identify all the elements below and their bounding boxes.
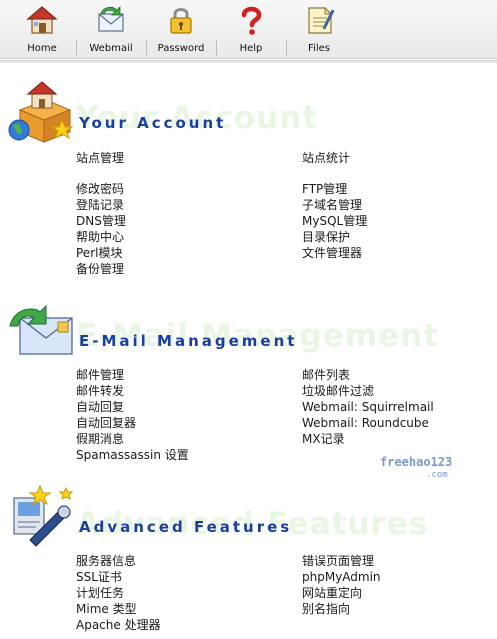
email-management-section: E-Mail Management E-Mail Management 邮件管理… — [0, 300, 497, 470]
toolbar-files-button[interactable]: Files — [288, 0, 350, 58]
toolbar-divider — [216, 40, 217, 56]
section-title: E-Mail Management — [79, 332, 298, 350]
advanced-link[interactable]: SSL证书 — [76, 569, 122, 585]
email-link[interactable]: 自动回复器 — [76, 415, 136, 431]
toolbar-help-label: Help — [239, 43, 263, 54]
advanced-link[interactable]: 别名指向 — [302, 601, 350, 617]
email-link[interactable]: 自动回复 — [76, 399, 124, 415]
account-link[interactable]: DNS管理 — [76, 213, 126, 229]
account-link[interactable]: 目录保护 — [302, 229, 350, 245]
toolbar-webmail-button[interactable]: Webmail — [78, 0, 144, 58]
account-link[interactable]: 备份管理 — [76, 261, 124, 277]
section-title: Your Account — [79, 114, 227, 132]
email-link[interactable]: 假期消息 — [76, 431, 124, 447]
toolbar-webmail-label: Webmail — [89, 43, 133, 54]
envelope-arrow-icon — [98, 6, 124, 32]
toolbar-help-button[interactable]: Help — [218, 0, 284, 58]
email-link[interactable]: Webmail: Roundcube — [302, 415, 429, 431]
toolbar-divider — [286, 40, 287, 56]
toolbar-divider — [146, 40, 147, 56]
svg-text:freehao123: freehao123 — [380, 455, 452, 469]
advanced-link[interactable]: 错误页面管理 — [302, 553, 374, 569]
email-link[interactable]: 邮件转发 — [76, 383, 124, 399]
toolbar-divider — [76, 40, 77, 56]
advanced-link[interactable]: Apache 处理器 — [76, 617, 161, 633]
advanced-link[interactable]: 服务器信息 — [76, 553, 136, 569]
question-mark-icon — [241, 6, 262, 35]
email-link[interactable]: 垃圾邮件过滤 — [302, 383, 374, 399]
padlock-icon — [170, 8, 192, 34]
email-link[interactable]: 邮件管理 — [76, 367, 124, 383]
your-account-section: Your Account Your Account 站点管理 站点统计 修改密码… — [0, 80, 497, 280]
advanced-link[interactable]: Mime 类型 — [76, 601, 137, 617]
top-toolbar: Home Webmail Password Help Files — [0, 0, 497, 59]
link-site-statistics[interactable]: 站点统计 — [302, 150, 350, 166]
email-link[interactable]: 邮件列表 — [302, 367, 350, 383]
document-icon — [308, 6, 335, 34]
freehao123-watermark-logo: freehao123 .com — [380, 455, 452, 480]
house-icon — [26, 6, 58, 34]
account-link[interactable]: 登陆记录 — [76, 197, 124, 213]
account-link[interactable]: 帮助中心 — [76, 229, 124, 245]
toolbar-files-label: Files — [308, 43, 330, 54]
section-title: Advanced Features — [79, 518, 293, 536]
account-link[interactable]: 修改密码 — [76, 181, 124, 197]
house-box-icon — [8, 81, 74, 143]
advanced-link[interactable]: phpMyAdmin — [302, 569, 381, 585]
account-link[interactable]: FTP管理 — [302, 181, 347, 197]
svg-text:.com: .com — [426, 470, 448, 480]
toolbar-password-label: Password — [157, 43, 205, 54]
account-link[interactable]: MySQL管理 — [302, 213, 367, 229]
advanced-link[interactable]: 计划任务 — [76, 585, 124, 601]
advanced-features-section: Advanced Features Advanced Features 服务器信… — [0, 484, 497, 639]
account-link[interactable]: Perl模块 — [76, 245, 122, 261]
tools-stars-icon — [13, 484, 74, 547]
envelope-arrow-icon — [9, 304, 73, 355]
toolbar-home-button[interactable]: Home — [10, 0, 74, 58]
toolbar-password-button[interactable]: Password — [148, 0, 214, 58]
email-link[interactable]: Webmail: Squirrelmail — [302, 399, 434, 415]
advanced-link[interactable]: 网站重定向 — [302, 585, 362, 601]
toolbar-divider-line — [0, 60, 497, 63]
email-link[interactable]: Spamassassin 设置 — [76, 447, 189, 463]
toolbar-home-label: Home — [27, 43, 57, 54]
email-link[interactable]: MX记录 — [302, 431, 345, 447]
link-site-management[interactable]: 站点管理 — [76, 150, 124, 166]
account-link[interactable]: 子域名管理 — [302, 197, 362, 213]
account-link[interactable]: 文件管理器 — [302, 245, 362, 261]
